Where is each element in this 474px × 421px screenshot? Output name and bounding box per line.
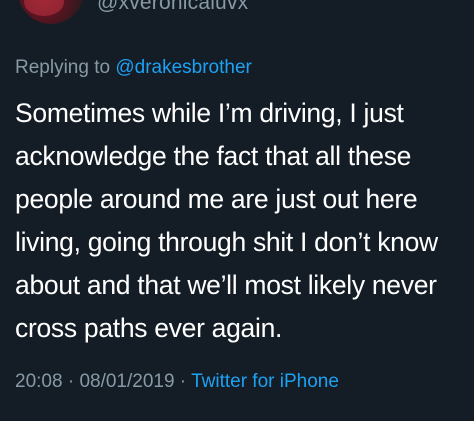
tweet-text: Sometimes while I’m driving, I just ackn… [15, 98, 438, 343]
replying-to: Replying to @drakesbrother [15, 57, 252, 79]
reply-mention-link[interactable]: @drakesbrother [115, 57, 252, 78]
replying-to-label: Replying to [15, 57, 116, 78]
meta-separator: · [174, 371, 192, 392]
tweet-source-link[interactable]: Twitter for iPhone [191, 371, 339, 392]
tweet-date[interactable]: 08/01/2019 [79, 371, 174, 392]
tweet: @xveronicaluvx Replying to @drakesbrothe… [0, 0, 474, 421]
tweet-time[interactable]: 20:08 [15, 371, 63, 392]
tweet-metadata: 20:08 · 08/01/2019 · Twitter for iPhone [15, 371, 339, 393]
meta-separator: · [62, 371, 80, 392]
avatar-image [24, 0, 64, 16]
user-handle[interactable]: @xveronicaluvx [97, 0, 248, 15]
avatar[interactable] [18, 0, 84, 24]
